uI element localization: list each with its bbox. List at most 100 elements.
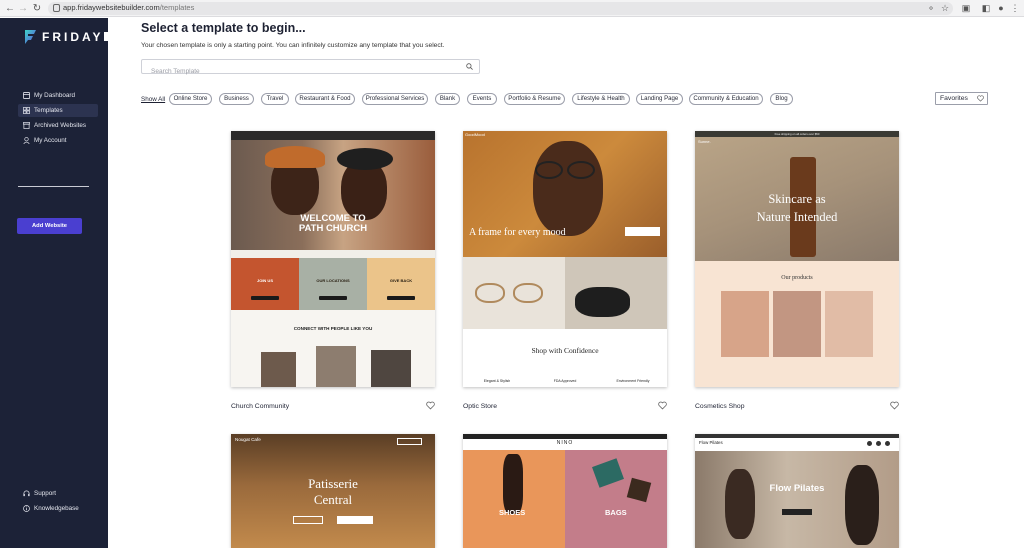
browser-menu-icon[interactable]: ⋮ (1010, 3, 1020, 13)
preview-products-section: Our products (695, 261, 899, 387)
hero-title: Flow Pilates (769, 483, 825, 494)
extensions-icon[interactable]: ▣ (961, 3, 971, 13)
filter-chip-online-store[interactable]: Online Store (169, 93, 212, 105)
template-name: Optic Store (463, 403, 497, 410)
forward-icon[interactable]: → (17, 2, 29, 15)
template-name: Cosmetics Shop (695, 403, 745, 410)
preview-brand: NINO (556, 440, 574, 446)
hero-title-line-2: Nature Intended (756, 210, 838, 224)
page-title: Select a template to begin... (141, 21, 306, 35)
filter-chip-blog[interactable]: Blog (770, 93, 793, 105)
filter-chip-lifestyle-health[interactable]: Lifestyle & Health (572, 93, 630, 105)
filter-chip-landing-page[interactable]: Landing Page (636, 93, 683, 105)
heart-icon (977, 95, 984, 102)
serum-bottle (790, 157, 816, 257)
search-icon[interactable] (466, 63, 473, 70)
reload-icon[interactable]: ↻ (31, 2, 43, 15)
headset-icon (23, 490, 30, 497)
hero-cta-button (625, 227, 660, 236)
template-preview-flow-pilates[interactable]: Flow Pilates Flow Pilates (695, 434, 899, 548)
bookmark-star-icon[interactable]: ☆ (940, 3, 950, 13)
profile-avatar-icon[interactable]: ● (996, 3, 1006, 13)
filter-chip-restaurant-food[interactable]: Restaurant & Food (295, 93, 355, 105)
favorites-label: Favorites (940, 95, 968, 102)
orange-hat (265, 146, 325, 168)
sidebar-item-label: Knowledgebase (34, 505, 79, 512)
filter-chip-business[interactable]: Business (219, 93, 254, 105)
filter-chip-blank[interactable]: Blank (435, 93, 460, 105)
preview-hero-image: Sunne. Skincare as Nature Intended (695, 137, 899, 261)
template-preview-church-community[interactable]: WELCOME TO PATH CHURCH JOIN US OUR LOCAT… (231, 131, 435, 387)
sidebar-item-archived-websites[interactable]: Archived Websites (18, 119, 98, 132)
tile-button (319, 296, 347, 300)
filter-chip-professional-services[interactable]: Professional Services (362, 93, 428, 105)
sidebar: FRIDAY My Dashboard Templates Archived W… (0, 18, 110, 548)
template-name: Church Community (231, 403, 290, 410)
friday-logo[interactable]: FRIDAY (24, 30, 109, 44)
hero-title-line-2: Central (313, 492, 353, 507)
site-info-icon[interactable] (53, 4, 60, 12)
filter-chip-travel[interactable]: Travel (261, 93, 289, 105)
preview-confidence-section: Shop with Confidence Elegant & Stylish F… (463, 329, 667, 387)
filter-chip-portfolio-resume[interactable]: Portfolio & Resume (504, 93, 565, 105)
product-photo-glasses-right (565, 257, 667, 329)
template-preview-optic-store[interactable]: GoodMood A frame for every mood Shop wit… (463, 131, 667, 387)
hero-button-outline (293, 516, 323, 524)
search-input[interactable] (142, 65, 452, 78)
preview-hero-image: Flow Pilates (695, 451, 899, 548)
social-dot (876, 441, 881, 446)
shoe-leg (503, 454, 523, 514)
sidepanel-icon[interactable]: ◧ (981, 3, 991, 13)
archive-icon (23, 122, 30, 129)
head-wrap (337, 148, 393, 170)
filter-chip-events[interactable]: Events (467, 93, 497, 105)
person-silhouette (725, 469, 755, 539)
brand-wordmark: FRIDAY (42, 30, 104, 44)
feature-label: Elegant & Stylish (483, 379, 511, 383)
sidebar-item-knowledgebase[interactable]: Knowledgebase (18, 502, 98, 515)
sidebar-item-templates[interactable]: Templates (18, 104, 98, 117)
password-key-icon[interactable]: ⚬ (926, 3, 936, 13)
preview-nav-bar: NINO (463, 439, 667, 450)
address-url[interactable]: app.fridaywebsitebuilder.com/templates (63, 3, 194, 13)
template-preview-cosmetics-shop[interactable]: Free shipping on all orders over $50 Sun… (695, 131, 899, 387)
sidebar-item-support[interactable]: Support (18, 487, 98, 500)
bags-label: BAGS (605, 508, 627, 517)
bag-shape (592, 458, 624, 488)
tile-button (387, 296, 415, 300)
preview-brand: GoodMood (465, 132, 485, 137)
add-website-button[interactable]: Add Website (17, 218, 82, 234)
search-box (141, 59, 480, 78)
preview-brand: Sunne. (698, 139, 711, 144)
sidebar-item-my-dashboard[interactable]: My Dashboard (18, 89, 98, 102)
social-dot (885, 441, 890, 446)
user-icon (23, 137, 30, 144)
shoes-label: SHOES (499, 508, 526, 517)
photo-left (261, 352, 296, 387)
product-photo (825, 291, 873, 357)
tile-our-locations: OUR LOCATIONS (299, 258, 367, 310)
heart-icon[interactable] (658, 401, 667, 410)
social-dot (867, 441, 872, 446)
shoes-panel: SHOES (463, 450, 565, 548)
sidebar-item-my-account[interactable]: My Account (18, 134, 98, 147)
preview-login-button (397, 438, 422, 445)
preview-nav-bar (231, 131, 435, 140)
main-content: Select a template to begin... Your chose… (108, 18, 1024, 548)
filter-chip-community-education[interactable]: Community & Education (689, 93, 763, 105)
sidebar-item-label: Support (34, 490, 57, 497)
template-preview-nougat-cafe[interactable]: Nougat Cafe Patisserie Central (231, 434, 435, 548)
preview-nav-bar: Flow Pilates (695, 438, 899, 451)
heart-icon[interactable] (890, 401, 899, 410)
show-all-link[interactable]: Show All (141, 96, 165, 104)
person-face (533, 141, 603, 236)
heart-icon[interactable] (426, 401, 435, 410)
tile-give-back: GIVE BACK (367, 258, 435, 310)
hero-button-solid (337, 516, 373, 524)
template-preview-nino[interactable]: NINO SHOES BAGS (463, 434, 667, 548)
friday-logo-mark-icon (25, 30, 36, 44)
favorites-filter[interactable]: Favorites (935, 92, 988, 105)
product-photo (721, 291, 769, 357)
back-icon[interactable]: ← (4, 2, 16, 15)
preview-brand: Nougat Cafe (235, 437, 261, 442)
